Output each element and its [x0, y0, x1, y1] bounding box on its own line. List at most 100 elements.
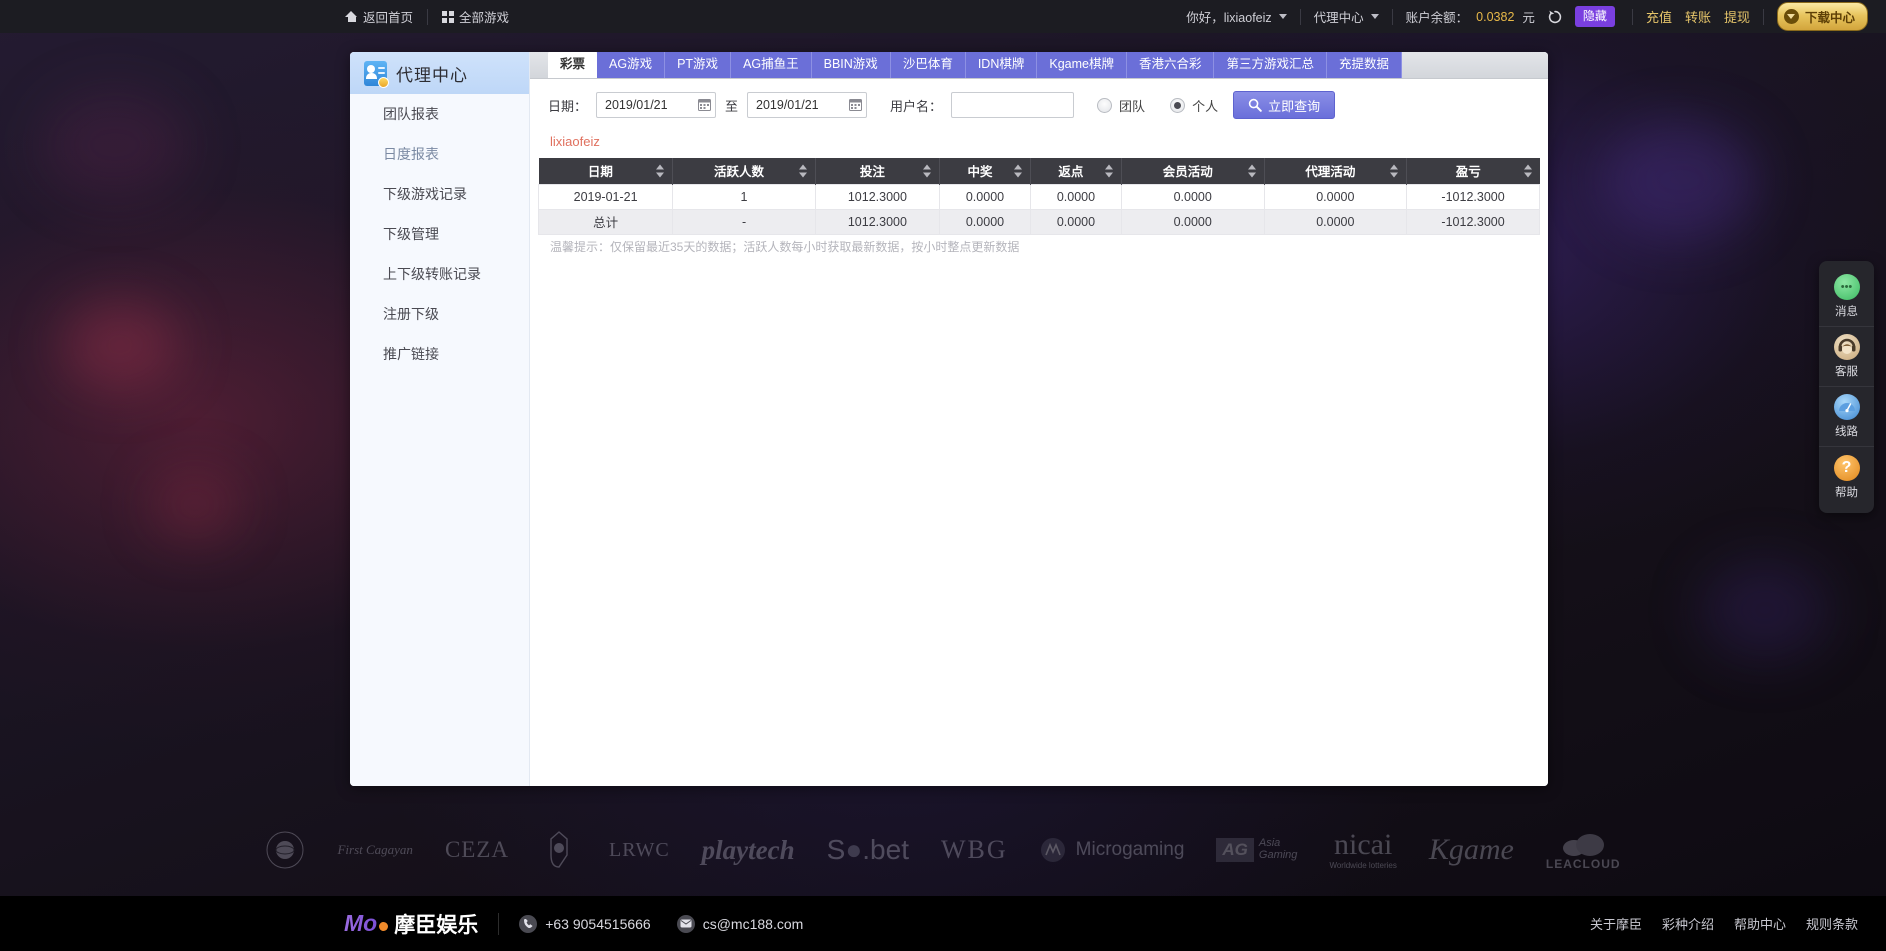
download-center-button[interactable]: 下载中心: [1776, 2, 1868, 31]
table-column-header-5[interactable]: 会员活动: [1121, 158, 1265, 184]
divider: [498, 912, 500, 935]
sidebar-item-3[interactable]: 下级管理: [350, 214, 529, 254]
sidebar-item-label: 推广链接: [383, 346, 439, 362]
partner-logo: LRWC: [609, 838, 670, 861]
tab-0[interactable]: 彩票: [548, 52, 598, 78]
sort-icon[interactable]: [1390, 164, 1399, 178]
table-column-header-0[interactable]: 日期: [538, 158, 674, 184]
sidebar-item-1[interactable]: 日度报表: [350, 134, 529, 174]
all-games-link[interactable]: 全部游戏: [442, 7, 509, 26]
sort-icon[interactable]: [798, 164, 807, 178]
balance-display: 账户余额： 0.0382 元: [1406, 7, 1535, 26]
home-link-label: 返回首页: [363, 11, 414, 25]
date-from-input[interactable]: [596, 92, 717, 118]
tab-5[interactable]: 沙巴体育: [890, 52, 966, 78]
tab-4[interactable]: BBIN游戏: [811, 52, 891, 78]
sort-icon[interactable]: [656, 164, 665, 178]
username-input[interactable]: [951, 92, 1075, 118]
customer-service-icon: [1833, 334, 1860, 360]
download-center-label: 下载中心: [1804, 11, 1855, 25]
top-bar: 返回首页 全部游戏 你好，lixiaofeiz 代理中心 账户余额： 0.038…: [0, 0, 1886, 33]
phone-icon: [519, 914, 538, 933]
deposit-link[interactable]: 充值: [1646, 7, 1672, 26]
sidebar-item-2[interactable]: 下级游戏记录: [350, 174, 529, 214]
user-menu[interactable]: 你好，lixiaofeiz: [1186, 7, 1287, 26]
account-name-label: lixiaofeiz: [550, 134, 600, 149]
chevron-down-icon: [1278, 14, 1287, 19]
sidebar-item-5[interactable]: 注册下级: [350, 294, 529, 334]
divider: [427, 8, 429, 25]
float-panel-item-1[interactable]: 客服: [1819, 327, 1874, 387]
balance-amount: 0.0382: [1476, 9, 1515, 24]
sidebar-item-6[interactable]: 推广链接: [350, 334, 529, 374]
table-column-header-7[interactable]: 盈亏: [1406, 158, 1540, 184]
sort-icon[interactable]: [1523, 164, 1532, 178]
withdraw-link[interactable]: 提现: [1724, 7, 1750, 26]
tab-2[interactable]: PT游戏: [665, 52, 732, 78]
float-panel-item-2[interactable]: 线路: [1819, 387, 1874, 447]
agent-center-label: 代理中心: [1313, 11, 1364, 25]
radio-team-indicator[interactable]: [1097, 97, 1113, 113]
sort-icon[interactable]: [1104, 164, 1113, 178]
filter-bar: 日期： 至: [530, 79, 1548, 131]
table-column-header-2[interactable]: 投注: [815, 158, 941, 184]
radio-personal-indicator[interactable]: [1170, 97, 1186, 113]
table-header-row: 日期 活跃人数 投注 中奖 返点 会员活动 代理活动 盈亏: [538, 158, 1540, 184]
agent-center-menu[interactable]: 代理中心: [1314, 7, 1379, 26]
float-panel-item-label: 线路: [1835, 426, 1858, 438]
home-link[interactable]: 返回首页: [345, 7, 413, 26]
radio-personal-label: 个人: [1192, 98, 1219, 114]
transfer-link[interactable]: 转账: [1685, 7, 1711, 26]
table-cell: 0.0000: [1029, 208, 1122, 235]
message-icon: [1833, 274, 1860, 300]
partner-logo: Microgaming: [1040, 837, 1184, 863]
chevron-down-icon: [1370, 14, 1379, 19]
footer-link-1[interactable]: 彩种介绍: [1662, 914, 1714, 933]
radio-personal[interactable]: 个人: [1170, 96, 1218, 115]
tab-1[interactable]: AG游戏: [597, 52, 666, 78]
sort-icon[interactable]: [1247, 164, 1256, 178]
date-to-input[interactable]: [747, 92, 868, 118]
float-panel-item-3[interactable]: 帮助: [1819, 447, 1874, 507]
partner-logo: [265, 830, 305, 870]
footer-link-2[interactable]: 帮助中心: [1734, 914, 1786, 933]
table-cell: 1012.3000: [814, 183, 941, 210]
report-table: 日期 活跃人数 投注 中奖 返点 会员活动 代理活动 盈亏 2019-01-21 1 1012.3…: [537, 158, 1540, 235]
table-cell: 总计: [537, 208, 674, 235]
sort-icon[interactable]: [1013, 164, 1022, 178]
report-table-wrapper: 日期 活跃人数 投注 中奖 返点 会员活动 代理活动 盈亏 2019-01-21 1 1012.3…: [537, 158, 1540, 235]
table-column-label: 会员活动: [1162, 165, 1213, 180]
footer-email-value: cs@mc188.com: [702, 915, 804, 932]
hide-balance-button[interactable]: 隐藏: [1574, 6, 1615, 27]
sidebar-item-0[interactable]: 团队报表: [350, 94, 529, 134]
float-side-panel: 消息客服线路帮助: [1819, 261, 1874, 513]
footer-link-0[interactable]: 关于摩臣: [1590, 914, 1642, 933]
float-panel-item-0[interactable]: 消息: [1819, 267, 1874, 327]
table-column-header-1[interactable]: 活跃人数: [672, 158, 816, 184]
route-icon: [1833, 394, 1860, 420]
tab-7[interactable]: Kgame棋牌: [1037, 52, 1127, 78]
partner-logo: CEZA: [444, 837, 509, 862]
table-column-header-3[interactable]: 中奖: [939, 158, 1031, 184]
sort-icon[interactable]: [923, 164, 931, 178]
table-column-label: 代理活动: [1305, 165, 1356, 180]
table-column-header-4[interactable]: 返点: [1030, 158, 1122, 184]
footer-link-3[interactable]: 规则条款: [1806, 914, 1858, 933]
tab-3[interactable]: AG捕鱼王: [731, 52, 812, 78]
query-button[interactable]: 立即查询: [1233, 91, 1336, 119]
sidebar-item-4[interactable]: 上下级转账记录: [350, 254, 529, 294]
partner-logo: nicai Worldwide lotteries: [1329, 828, 1397, 870]
tab-9[interactable]: 第三方游戏汇总: [1214, 52, 1327, 78]
radio-team[interactable]: 团队: [1097, 96, 1145, 115]
sidebar-menu: 团队报表日度报表 下级游戏记录 下级管理 上下级转账记录 注册下级推广链接: [350, 94, 529, 374]
table-column-label: 活跃人数: [714, 165, 765, 180]
refresh-icon[interactable]: [1548, 10, 1562, 24]
partner-logo: AG Asia Gaming: [1216, 838, 1297, 862]
tab-8[interactable]: 香港六合彩: [1126, 52, 1215, 78]
table-column-header-6[interactable]: 代理活动: [1264, 158, 1408, 184]
brand-mark: Mo: [344, 910, 378, 936]
tab-6[interactable]: IDN棋牌: [965, 52, 1038, 78]
grid-icon: [442, 10, 455, 23]
tab-10[interactable]: 充提数据: [1327, 52, 1403, 78]
sidebar-item-label: 团队报表: [383, 106, 439, 122]
